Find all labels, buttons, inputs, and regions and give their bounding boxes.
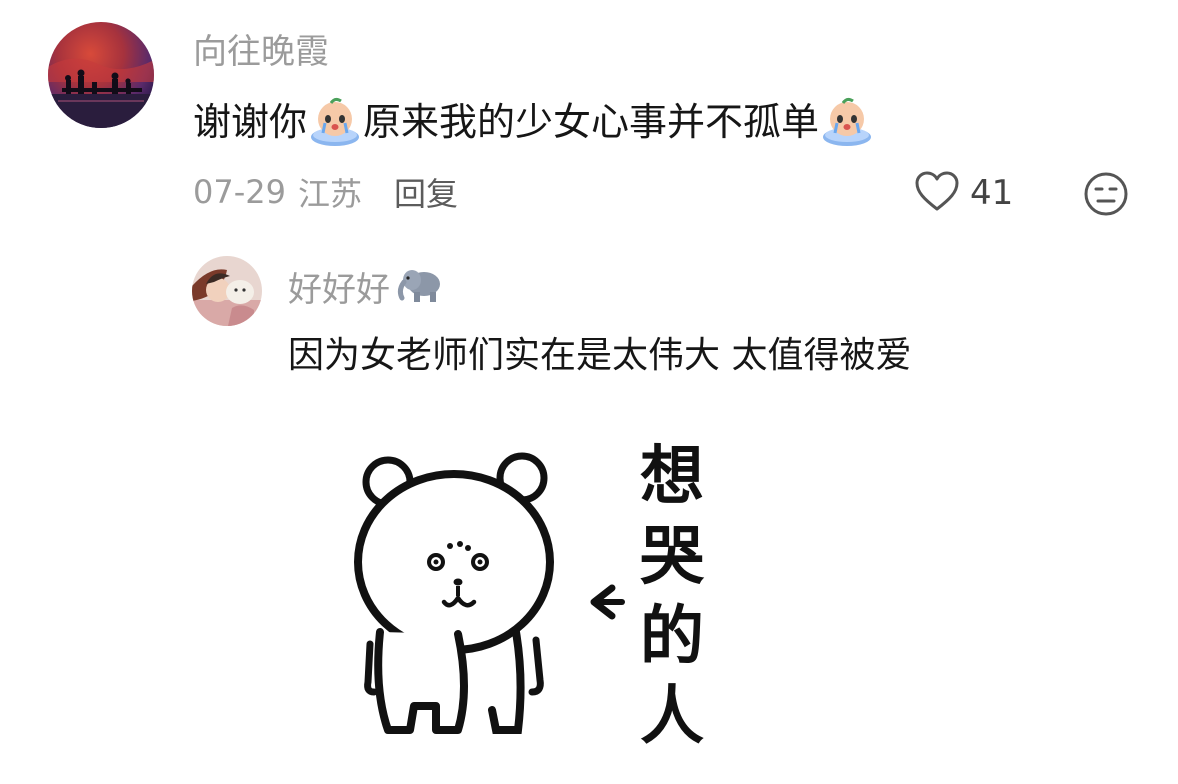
- comment-location: 江苏: [297, 175, 362, 213]
- like-count: 41: [970, 173, 1014, 213]
- comment-text-part1: 谢谢你: [193, 100, 308, 144]
- avatar[interactable]: [48, 22, 154, 128]
- reply-username-text: 好好好: [288, 269, 390, 310]
- comment-username[interactable]: 向往晚霞: [193, 30, 329, 74]
- sunset-avatar-image: [48, 22, 154, 128]
- sticker-char: 的: [640, 600, 704, 674]
- crying-face-emoji-icon: [307, 97, 363, 147]
- dislike-button[interactable]: [1082, 170, 1130, 218]
- sticker-char: 想: [640, 440, 704, 514]
- bear-sticker-image: 想 哭 的 人: [340, 420, 760, 770]
- sticker-char: 哭: [640, 520, 705, 594]
- elephant-emoji-icon: [396, 264, 446, 315]
- reply-button[interactable]: 回复: [394, 169, 458, 215]
- heart-outline-icon: [914, 170, 960, 216]
- crying-face-emoji-icon: [819, 97, 875, 147]
- like-button[interactable]: 41: [914, 170, 1013, 216]
- comment-text: 谢谢你 原来我的少女心事并不孤单: [193, 97, 875, 147]
- meh-face-icon: [1082, 172, 1130, 222]
- comment-date: 07-29: [193, 173, 286, 211]
- avatar-photo-image: [192, 256, 262, 326]
- sticker-char: 人: [640, 680, 704, 754]
- comment-meta: 07-29 江苏 回复: [193, 170, 458, 214]
- avatar[interactable]: [192, 256, 262, 326]
- reply-text: 因为女老师们实在是太伟大 太值得被爱: [288, 335, 912, 376]
- reply-username[interactable]: 好好好: [288, 264, 446, 315]
- comment-text-part2: 原来我的少女心事并不孤单: [363, 100, 820, 144]
